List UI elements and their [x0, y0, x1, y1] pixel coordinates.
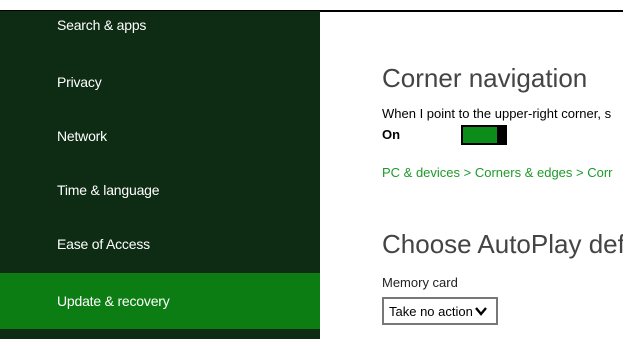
corners-edges-link[interactable]: PC & devices > Corners & edges > Corr — [382, 165, 613, 180]
corner-navigation-description: When I point to the upper-right corner, … — [382, 106, 612, 121]
sidebar-item-update-recovery[interactable]: Update & recovery — [0, 273, 320, 329]
sidebar-item-time-language[interactable]: Time & language — [0, 163, 320, 217]
toggle-thumb[interactable] — [497, 125, 507, 145]
corner-navigation-heading: Corner navigation — [382, 63, 588, 93]
sidebar-item-label: Search & apps — [57, 17, 147, 33]
autoplay-heading: Choose AutoPlay defau — [382, 229, 623, 259]
corner-navigation-toggle[interactable] — [461, 125, 507, 145]
sidebar-item-label: Privacy — [57, 74, 102, 90]
select-value: Take no action — [389, 303, 473, 319]
sidebar-item-label: Network — [57, 128, 107, 144]
sidebar-item-label: Time & language — [57, 182, 160, 198]
sidebar-bottom — [0, 329, 320, 339]
toggle-state-label: On — [382, 127, 401, 142]
sidebar-item-label: Ease of Access — [57, 236, 150, 252]
settings-content: Corner navigation When I point to the up… — [382, 11, 623, 339]
sidebar-item-ease-of-access[interactable]: Ease of Access — [0, 217, 320, 271]
sidebar-item-privacy[interactable]: Privacy — [0, 55, 320, 109]
sidebar: Search & apps Privacy Network Time & lan… — [0, 11, 320, 332]
sidebar-item-label: Update & recovery — [57, 293, 170, 309]
sidebar-item-network[interactable]: Network — [0, 109, 320, 163]
chevron-down-icon — [475, 307, 487, 316]
sidebar-item-search-apps[interactable]: Search & apps — [0, 0, 320, 50]
memory-card-label: Memory card — [382, 275, 458, 290]
memory-card-select[interactable]: Take no action — [382, 297, 498, 325]
